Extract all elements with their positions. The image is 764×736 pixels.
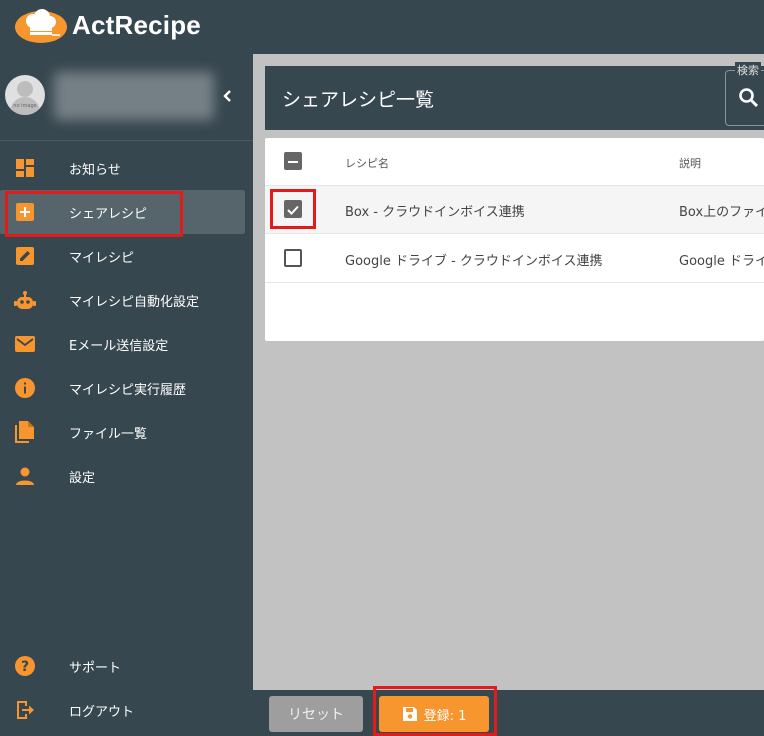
chevron-left-icon	[223, 90, 231, 102]
minus-icon	[288, 161, 298, 163]
avatar[interactable]: no image	[5, 75, 45, 115]
file-copy-icon	[14, 421, 36, 443]
sidebar-item-automation[interactable]: マイレシピ自動化設定	[0, 278, 253, 322]
recipe-description: Box上のファイ	[679, 205, 764, 220]
reset-button[interactable]: リセット	[269, 696, 363, 732]
dashboard-icon	[14, 157, 36, 179]
table-row[interactable]: Google ドライブ - クラウドインボイス連携 Google ドライ	[265, 235, 764, 283]
sidebar-item-email-settings[interactable]: Eメール送信設定	[0, 322, 253, 366]
sidebar-item-label: Eメール送信設定	[69, 338, 169, 354]
sidebar-item-label: マイレシピ実行履歴	[69, 382, 187, 398]
sidebar-item-label: ファイル一覧	[69, 426, 148, 442]
sidebar-item-logout[interactable]: ログアウト	[0, 688, 253, 732]
row-checkbox[interactable]	[284, 200, 302, 218]
column-header-name: レシピ名	[345, 157, 389, 170]
svg-text:?: ?	[21, 659, 29, 675]
sidebar-item-label: お知らせ	[69, 162, 121, 178]
sidebar-menu: お知らせ シェアレシピ マイレシピ マイレシピ自動化設定 Eメール送信設定 マイ…	[0, 146, 253, 498]
table-row[interactable]: Box - クラウドインボイス連携 Box上のファイ	[265, 186, 764, 234]
recipe-name: Google ドライブ - クラウドインボイス連携	[345, 254, 603, 269]
save-icon	[402, 707, 417, 721]
search-label: 検索	[735, 62, 761, 78]
add-box-icon	[14, 201, 36, 223]
mail-icon	[14, 333, 36, 355]
sidebar-item-label: シェアレシピ	[69, 206, 148, 222]
recipe-description: Google ドライ	[679, 254, 764, 269]
avatar-placeholder-text: no image	[13, 103, 37, 109]
table-header-row: レシピ名 説明	[265, 138, 764, 186]
sidebar-item-history[interactable]: マイレシピ実行履歴	[0, 366, 253, 410]
select-all-checkbox[interactable]	[284, 152, 302, 170]
card-header: シェアレシピ一覧 検索	[265, 62, 764, 130]
collapse-sidebar-button[interactable]	[218, 84, 238, 108]
main-content: シェアレシピ一覧 検索 レシピ名 説明 Box - クラウドインボイス連携 Bo…	[253, 54, 764, 690]
row-checkbox[interactable]	[284, 249, 302, 267]
sidebar-item-support[interactable]: ? サポート	[0, 644, 253, 688]
column-header-description: 説明	[679, 157, 701, 170]
sidebar-item-label: ログアウト	[69, 704, 135, 720]
info-icon	[14, 377, 36, 399]
save-button-label: 登録: 1	[423, 708, 467, 724]
avatar-head-shape	[17, 81, 33, 97]
page-title: シェアレシピ一覧	[282, 89, 435, 111]
check-icon	[287, 205, 299, 215]
sidebar-item-label: サポート	[69, 660, 122, 676]
logout-icon	[14, 699, 36, 721]
profile-panel: no image	[0, 54, 253, 141]
top-bar: ActRecipe	[0, 0, 764, 54]
sidebar-item-label: マイレシピ	[69, 250, 135, 266]
search-icon[interactable]	[737, 86, 761, 110]
sidebar-item-my-recipe[interactable]: マイレシピ	[0, 234, 253, 278]
app-name: ActRecipe	[72, 9, 201, 40]
footer-bar: リセット 登録: 1	[253, 690, 764, 736]
sidebar-item-settings[interactable]: 設定	[0, 454, 253, 498]
sidebar: no image お知らせ シェアレシピ マイレシピ マイレシピ自動化設定 Eメ…	[0, 54, 253, 736]
sidebar-item-label: マイレシピ自動化設定	[69, 294, 200, 310]
app-logo[interactable]: ActRecipe	[14, 5, 201, 45]
sidebar-item-label: 設定	[69, 470, 96, 486]
recipe-name: Box - クラウドインボイス連携	[345, 205, 525, 220]
sidebar-item-news[interactable]: お知らせ	[0, 146, 253, 190]
robot-icon	[14, 289, 36, 311]
sidebar-item-files[interactable]: ファイル一覧	[0, 410, 253, 454]
username-blurred	[54, 72, 214, 120]
save-button[interactable]: 登録: 1	[379, 696, 489, 732]
sidebar-item-share-recipe[interactable]: シェアレシピ	[0, 190, 245, 234]
chef-hat-logo-icon	[15, 9, 67, 43]
sidebar-bottom-menu: ? サポート ログアウト	[0, 644, 253, 732]
recipe-table: レシピ名 説明 Box - クラウドインボイス連携 Box上のファイ Googl…	[265, 138, 764, 341]
person-icon	[14, 465, 36, 487]
help-icon: ?	[14, 655, 36, 677]
edit-icon	[14, 245, 36, 267]
